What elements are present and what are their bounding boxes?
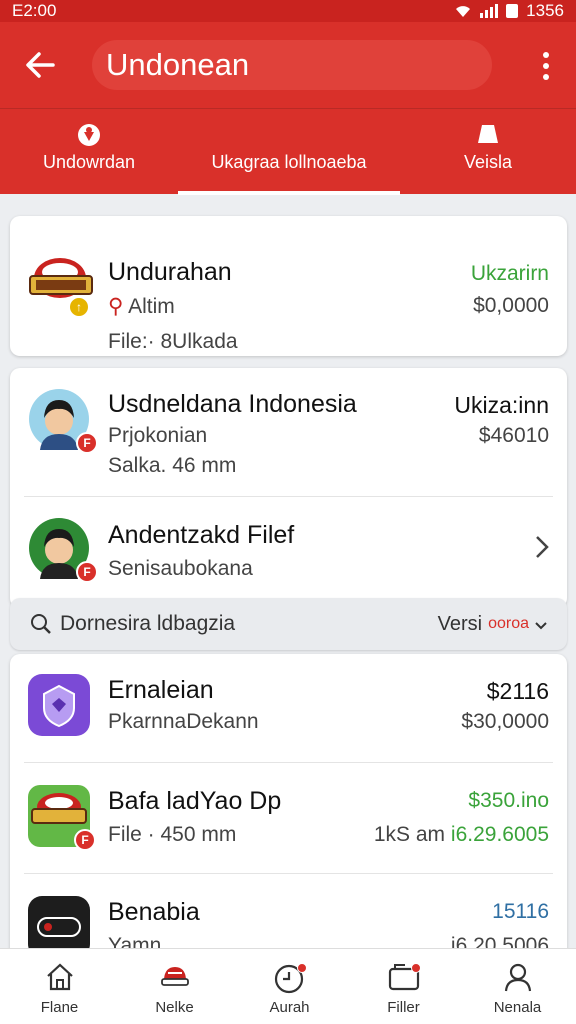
item-title: Bafa ladYao Dp [108, 787, 282, 815]
list-item[interactable]: F Bafa ladYao Dp File · 450 mm $350.ino … [10, 763, 567, 873]
list-item[interactable]: Ernaleian PkarnnaDekann $2116 $30,0000 [10, 654, 567, 762]
nav-item-aurah[interactable]: Aurah [232, 949, 347, 1024]
tab-label: Ukagraa lollnoaeba [211, 152, 367, 172]
item-status: Ukiza:inn [454, 392, 549, 418]
filter-label: Dornesira ldbagzia [60, 612, 236, 635]
badge-icon [74, 121, 104, 156]
logo-avatar: ↑ [28, 252, 93, 318]
tab-undowrdan[interactable]: Undowrdan [0, 109, 178, 195]
folder-icon [387, 961, 421, 995]
chevron-right-icon[interactable] [535, 535, 549, 564]
notification-dot [410, 963, 421, 973]
item-file-info: File · 450 mm [108, 823, 237, 846]
item-title: Ernaleian [108, 676, 214, 704]
nav-item-nenala[interactable]: Nenala [460, 949, 575, 1024]
clock-icon [273, 961, 307, 995]
item-price: $46010 [478, 424, 549, 447]
item-status: $350.ino [468, 789, 549, 812]
status-time: E2:00 [12, 1, 57, 20]
person-avatar: F [28, 388, 98, 454]
item-file-info: File:· 8Ulkada [108, 330, 238, 353]
status-clock: 1356 [526, 1, 564, 20]
list-item[interactable]: F Usdneldana Indonesia Prjokonian Salka.… [10, 368, 567, 496]
item-location: ⚲ Altim [108, 295, 175, 318]
bottom-navigation: Flane Nelke Aurah Filler Nenala [0, 948, 576, 1024]
nav-label: Nelke [155, 999, 194, 1016]
item-price: i6.29.6005 [450, 823, 549, 846]
nav-label: Flane [40, 999, 79, 1016]
tab-label: Veisla [463, 152, 513, 172]
app-title: Undonean [106, 47, 250, 82]
home-icon [44, 961, 76, 995]
item-title: Andentzakd Filef [108, 521, 295, 549]
nav-label: Aurah [269, 999, 310, 1016]
nav-label: Filler [387, 999, 420, 1016]
nav-label: Nenala [493, 999, 542, 1016]
item-secondary-price: $30,0000 [461, 710, 549, 733]
list-item[interactable]: F Andentzakd Filef Senisaubokana [10, 497, 567, 607]
item-duration: 1kS am [373, 823, 446, 846]
content-list[interactable]: ↑ Undurahan ⚲ Altim File:· 8Ulkada Ukzar… [0, 194, 576, 948]
item-price: $0,0000 [473, 294, 549, 317]
list-card[interactable]: Ernaleian PkarnnaDekann $2116 $30,0000 F… [10, 654, 567, 948]
back-button[interactable] [0, 22, 80, 108]
wifi-icon [454, 4, 472, 18]
signal-icon [480, 4, 499, 18]
location-pin-icon: ⚲ [108, 295, 124, 318]
item-title: Usdneldana Indonesia [108, 390, 357, 418]
dropdown-value: ooroa [488, 615, 529, 632]
search-icon [30, 613, 52, 640]
item-subtitle: PkarnnaDekann [108, 710, 259, 733]
item-size: Salka. 46 mm [108, 454, 237, 477]
item-status: Ukzarirn [470, 262, 549, 285]
dropdown-label: Versi [437, 612, 483, 635]
app-icon-shield [28, 674, 90, 736]
item-price: i6 20.5006 [450, 934, 549, 948]
nav-item-flane[interactable]: Flane [2, 949, 117, 1024]
logo-avatar: F [28, 785, 96, 851]
person-icon [502, 961, 534, 995]
filter-bar[interactable]: Dornesira ldbagzia Versi ooroa [10, 598, 567, 650]
item-price: $2116 [486, 678, 549, 704]
item-subtitle: Senisaubokana [108, 557, 253, 580]
notification-dot [296, 963, 307, 973]
arrow-left-icon [26, 52, 55, 78]
item-price-row: 1kS am i6.29.6005 [374, 823, 549, 847]
more-options-icon[interactable] [542, 52, 550, 80]
nav-item-nelke[interactable]: Nelke [117, 949, 232, 1024]
tab-veisla[interactable]: Veisla [400, 109, 576, 195]
chevron-down-icon [535, 613, 547, 636]
battery-icon [506, 4, 519, 18]
nav-item-filler[interactable]: Filler [346, 949, 461, 1024]
person-avatar: F [28, 517, 98, 583]
list-card[interactable]: F Usdneldana Indonesia Prjokonian Salka.… [10, 368, 567, 608]
item-title: Undurahan [108, 258, 232, 286]
list-item[interactable]: ↑ Undurahan ⚲ Altim File:· 8Ulkada Ukzar… [10, 216, 567, 356]
list-item[interactable]: Benabia Yamn 15116 i6 20.5006 [10, 874, 567, 948]
item-subtitle: Prjokonian [108, 424, 208, 447]
hat-icon [159, 961, 191, 995]
app-icon-dark [28, 896, 90, 948]
bell-icon [473, 121, 503, 154]
status-bar: E2:00 1356 [0, 0, 576, 22]
app-bar: Undonean [0, 22, 576, 108]
app-title-field[interactable]: Undonean [92, 40, 492, 90]
tab-ukagraa[interactable]: Ukagraa lollnoaeba [178, 109, 400, 195]
item-status: 15116 [492, 900, 549, 923]
list-card[interactable]: ↑ Undurahan ⚲ Altim File:· 8Ulkada Ukzar… [10, 216, 567, 356]
tab-bar: Undowrdan Ukagraa lollnoaeba Veisla [0, 108, 576, 195]
item-title: Benabia [108, 898, 200, 926]
version-dropdown[interactable]: Versi ooroa [438, 613, 547, 636]
item-subtitle: Yamn [108, 934, 162, 948]
